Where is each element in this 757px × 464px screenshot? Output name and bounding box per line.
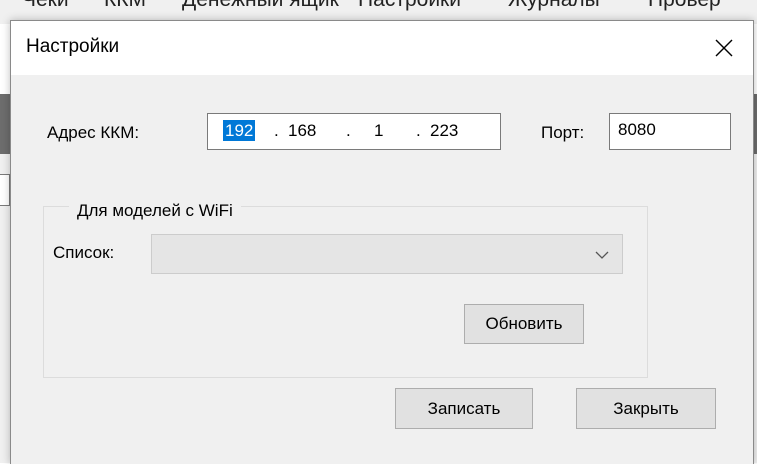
bg-menu-item-check[interactable]: Провер — [648, 0, 721, 12]
ip-separator: . — [346, 121, 351, 140]
close-icon — [715, 39, 733, 57]
close-window-button[interactable] — [695, 21, 753, 75]
ip-octet-1[interactable]: 192 — [223, 120, 256, 141]
port-input[interactable]: 8080 — [609, 113, 731, 150]
bg-menu-item-settings[interactable]: Настройки — [358, 0, 461, 12]
dialog-titlebar[interactable]: Настройки — [11, 21, 753, 75]
background-input-field — [0, 174, 10, 206]
port-label: Порт: — [541, 123, 585, 142]
dialog-title: Настройки — [26, 36, 120, 57]
ip-separator: . — [416, 121, 421, 140]
close-button[interactable]: Закрыть — [576, 388, 716, 429]
wifi-group-legend: Для моделей с WiFi — [69, 201, 241, 221]
kkm-address-label: Адрес ККМ: — [47, 123, 140, 142]
settings-dialog: Настройки Адрес ККМ: 192 . 168 . 1 . 223… — [10, 20, 754, 464]
refresh-button[interactable]: Обновить — [464, 304, 584, 344]
bg-menu-item-checks[interactable]: Чеки — [22, 0, 69, 12]
bg-menu-item-logs[interactable]: Журналы — [508, 0, 600, 12]
chevron-down-icon — [595, 251, 609, 259]
save-button[interactable]: Записать — [395, 388, 533, 429]
bg-menu-item-cash-drawer[interactable]: Денежный ящик — [182, 0, 339, 12]
bg-menu-item-kkm[interactable]: ККМ — [104, 0, 146, 12]
ip-octet-3[interactable]: 1 — [374, 121, 383, 141]
ip-octet-2[interactable]: 168 — [288, 121, 316, 141]
ip-octet-4[interactable]: 223 — [430, 121, 458, 141]
wifi-list-dropdown[interactable] — [151, 234, 623, 274]
kkm-ip-address-input[interactable]: 192 . 168 . 1 . 223 — [207, 113, 501, 150]
ip-separator: . — [274, 121, 279, 140]
wifi-groupbox — [43, 206, 648, 378]
list-label: Список: — [53, 243, 115, 262]
